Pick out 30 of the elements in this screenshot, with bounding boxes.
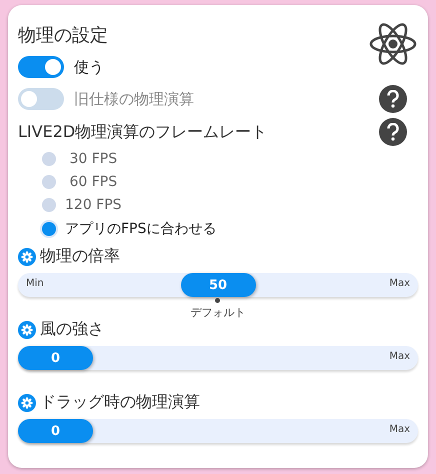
slider-track[interactable]: Min 50 Max bbox=[18, 273, 418, 297]
radio-label: 30 FPS bbox=[68, 151, 118, 167]
radio-button[interactable] bbox=[42, 175, 56, 189]
atom-icon bbox=[368, 21, 418, 67]
toggle-label: 使う bbox=[74, 58, 104, 76]
slider-label: ドラッグ時の物理演算 bbox=[40, 392, 200, 413]
radio-label: 120 FPS bbox=[65, 197, 122, 213]
default-marker bbox=[215, 298, 220, 303]
help-icon[interactable] bbox=[379, 118, 407, 146]
gear-icon bbox=[18, 320, 36, 338]
default-label: デフォルト bbox=[190, 305, 246, 320]
max-label: Max bbox=[389, 278, 410, 289]
gear-icon bbox=[18, 248, 36, 266]
slider-track[interactable]: 0 Max bbox=[18, 346, 418, 370]
slider-label: 風の強さ bbox=[40, 319, 104, 340]
radio-label: アプリのFPSに合わせる bbox=[65, 220, 216, 238]
radio-button[interactable] bbox=[42, 152, 56, 166]
radio-button[interactable] bbox=[42, 198, 56, 212]
toggle-switch[interactable] bbox=[18, 56, 64, 78]
max-label: Max bbox=[389, 351, 410, 362]
gear-icon bbox=[18, 394, 36, 412]
toggle-label: 旧仕様の物理演算 bbox=[74, 90, 194, 108]
max-label: Max bbox=[389, 424, 410, 435]
framerate-heading: LIVE2D物理演算のフレームレート bbox=[18, 122, 268, 142]
slider-track[interactable]: 0 Max bbox=[18, 419, 418, 443]
settings-title: 物理の設定 bbox=[18, 24, 109, 47]
slider-label: 物理の倍率 bbox=[40, 246, 120, 267]
radio-button[interactable] bbox=[42, 222, 56, 236]
radio-label: 60 FPS bbox=[68, 174, 118, 190]
min-label: Min bbox=[26, 278, 44, 289]
